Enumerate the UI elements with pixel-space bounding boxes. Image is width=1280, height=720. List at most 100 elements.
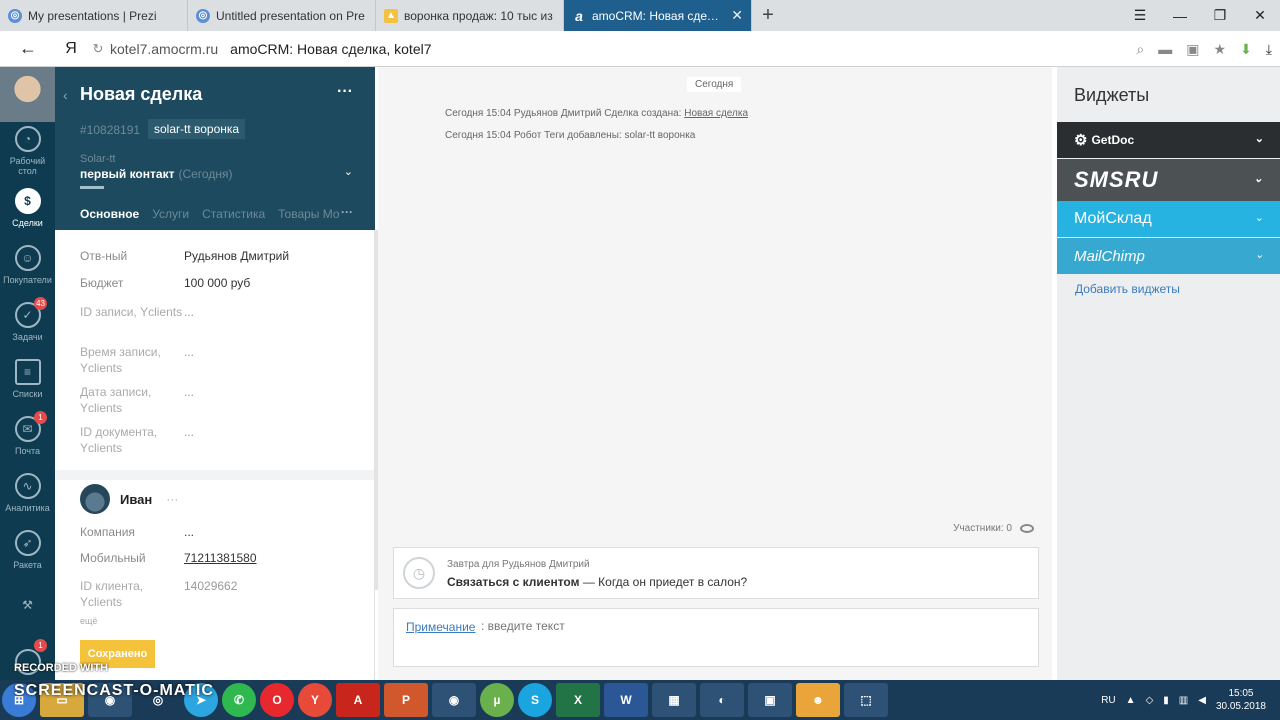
photos-icon[interactable]: ▣	[748, 683, 792, 717]
address-bar: ← Я ↻ kotel7.amocrm.ru amoCRM: Новая сде…	[0, 31, 1280, 67]
browser-tab-funnel[interactable]: ▲ воронка продаж: 10 тыс из	[376, 0, 564, 31]
contact-more-button[interactable]: ···	[166, 492, 178, 506]
nav-customers[interactable]: ☺ Покупатели	[0, 236, 55, 293]
deal-title[interactable]: Новая сделка	[80, 84, 202, 105]
game-icon[interactable]: ☻	[796, 683, 840, 717]
address-page-title[interactable]: amoCRM: Новая сделка, kotel7	[230, 41, 431, 57]
watermark-line1: RECORDED WITH	[14, 662, 109, 674]
browser-tab-untitled[interactable]: ◎ Untitled presentation on Pre	[188, 0, 376, 31]
reload-icon[interactable]: ↻	[86, 41, 110, 57]
deal-id: #10828191	[80, 123, 141, 137]
contact-header[interactable]: Иван ···	[80, 484, 178, 514]
feed-event: Сегодня 15:04 Робот Теги добавлены: sola…	[445, 130, 696, 141]
tab-services[interactable]: Услуги	[152, 207, 189, 221]
chevron-down-icon[interactable]: ⌄	[1255, 211, 1264, 224]
nav-mail[interactable]: ✉ Почта 1	[0, 407, 55, 464]
extension-download-icon[interactable]: ⬇	[1240, 41, 1252, 58]
feed-event: Сегодня 15:04 Рудьянов Дмитрий Сделка со…	[445, 108, 749, 119]
show-more-link[interactable]: ещё	[80, 616, 97, 626]
deal-header: ‹ Новая сделка ··· #10828191 solar-tt во…	[55, 67, 375, 230]
maximize-icon[interactable]: ❐	[1200, 0, 1240, 31]
deal-tabs: Основное Услуги Статистика Товары Мо	[80, 207, 340, 221]
excel-icon[interactable]: X	[556, 683, 600, 717]
comment-icon[interactable]: ▬	[1158, 41, 1172, 57]
browser-tab-prezi[interactable]: ◎ My presentations | Prezi	[0, 0, 188, 31]
task-assignee: Завтра для Рудьянов Дмитрий	[447, 559, 590, 570]
powerpoint-icon[interactable]: P	[384, 683, 428, 717]
nav-settings[interactable]: ⚒	[0, 578, 55, 635]
tab-statistics[interactable]: Статистика	[202, 207, 265, 221]
activity-feed: Сегодня Сегодня 15:04 Рудьянов Дмитрий С…	[378, 67, 1052, 680]
yandex-browser-icon[interactable]: Y	[298, 683, 332, 717]
chevron-down-icon[interactable]: ⌄	[1255, 248, 1264, 261]
chat-badge: 1	[34, 639, 47, 652]
snipping-icon[interactable]: ⬚	[844, 683, 888, 717]
widget-moysklad[interactable]: МойСклад ⌄	[1057, 201, 1280, 237]
contact-name[interactable]: Иван	[120, 492, 152, 507]
eye-app-icon[interactable]: ◉	[432, 683, 476, 717]
volume-icon[interactable]: ◀	[1198, 695, 1206, 706]
nav-tasks[interactable]: ✓ Задачи 43	[0, 293, 55, 350]
task-card[interactable]: ◷ Завтра для Рудьянов Дмитрий Связаться …	[393, 547, 1039, 599]
utorrent-icon[interactable]: µ	[480, 683, 514, 717]
bookmark-star-icon[interactable]: ★	[1214, 41, 1227, 58]
deal-menu-button[interactable]: ···	[337, 83, 353, 101]
back-arrow-icon[interactable]: ←	[0, 38, 56, 59]
rocket-icon: ➶	[14, 529, 41, 556]
note-input[interactable]	[481, 619, 881, 633]
minimize-icon[interactable]: —	[1160, 0, 1200, 31]
network-icon[interactable]: ▥	[1179, 695, 1188, 706]
deal-link[interactable]: Новая сделка	[684, 108, 748, 119]
menu-icon[interactable]: ☰	[1120, 0, 1160, 31]
widget-mailchimp[interactable]: MailChimp ⌄	[1057, 238, 1280, 274]
close-tab-icon[interactable]: ✕	[731, 7, 743, 24]
widget-smsru[interactable]: SMSRU ⌄	[1057, 159, 1280, 201]
dropbox-icon[interactable]: ◇	[1146, 695, 1154, 706]
whatsapp-icon[interactable]: ✆	[222, 683, 256, 717]
search-icon[interactable]: ⌕	[1136, 41, 1144, 58]
language-indicator[interactable]: RU	[1101, 695, 1115, 706]
tray-expand-icon[interactable]: ▲	[1126, 695, 1136, 706]
nav-deals[interactable]: $ Сделки	[0, 179, 55, 236]
deal-fields: Отв-ный Рудьянов Дмитрий Бюджет 100 000 …	[55, 230, 375, 680]
widget-getdoc[interactable]: ⚙ GetDoc ⌄	[1057, 122, 1280, 158]
field-record-id: ID записи, Yclients ...	[80, 305, 195, 319]
skype-icon[interactable]: S	[518, 683, 552, 717]
task-text: Связаться с клиентом — Когда он приедет …	[447, 575, 748, 589]
nav-dashboard[interactable]: ◔ Рабочий стол	[0, 122, 55, 179]
chevron-down-icon[interactable]: ⌄	[1254, 172, 1264, 185]
tabs-more-button[interactable]: ···	[341, 205, 353, 219]
gear-icon: ⚙	[1074, 132, 1088, 149]
add-widgets-link[interactable]: Добавить виджеты	[1075, 282, 1180, 296]
new-tab-button[interactable]: +	[752, 0, 784, 31]
note-composer[interactable]: Примечание	[393, 608, 1039, 667]
tray-clock[interactable]: 15:05 30.05.2018	[1216, 687, 1266, 713]
close-window-icon[interactable]: ✕	[1240, 0, 1280, 31]
opera-icon[interactable]: O	[260, 683, 294, 717]
chevron-down-icon[interactable]: ⌄	[344, 165, 353, 178]
deal-stage-select[interactable]: первый контакт (Сегодня)	[80, 167, 232, 181]
downloads-icon[interactable]: ⤓	[1266, 41, 1272, 58]
battery-icon[interactable]: ▮	[1163, 695, 1169, 706]
word-icon[interactable]: W	[604, 683, 648, 717]
browser-tab-amocrm[interactable]: a amoCRM: Новая сделка ✕	[564, 0, 752, 31]
yandex-logo[interactable]: Я	[56, 40, 86, 58]
chevron-down-icon[interactable]: ⌄	[1255, 132, 1264, 145]
field-record-time: Время записи, Yclients ...	[80, 345, 195, 375]
eye-icon[interactable]	[1020, 524, 1034, 533]
nav-lists[interactable]: ≡ Списки	[0, 350, 55, 407]
deal-tag[interactable]: solar-tt воронка	[148, 119, 246, 139]
media-player-icon[interactable]: ◐	[700, 683, 744, 717]
tab-main[interactable]: Основное	[80, 207, 139, 221]
field-responsible: Отв-ный Рудьянов Дмитрий	[80, 249, 290, 263]
nav-analytics[interactable]: ∿ Аналитика	[0, 464, 55, 521]
lock-icon[interactable]: ▣	[1186, 41, 1199, 58]
tab-products[interactable]: Товары Мо	[278, 207, 339, 221]
paint-icon[interactable]: ▦	[652, 683, 696, 717]
pdf-icon[interactable]: A	[336, 683, 380, 717]
address-host[interactable]: kotel7.amocrm.ru	[110, 41, 218, 57]
note-type-link[interactable]: Примечание	[406, 620, 475, 634]
nav-rocket[interactable]: ➶ Ракета	[0, 521, 55, 578]
back-chevron-icon[interactable]: ‹	[63, 87, 68, 103]
user-avatar[interactable]	[0, 67, 55, 122]
